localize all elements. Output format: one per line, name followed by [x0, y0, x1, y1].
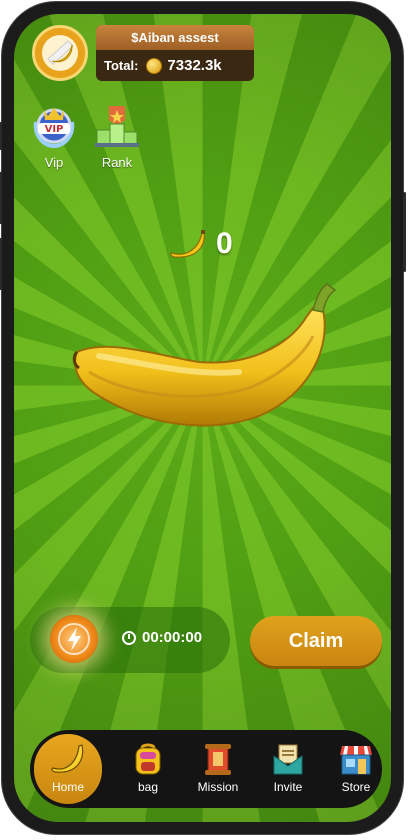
- svg-text:VIP: VIP: [45, 124, 64, 135]
- rank-label: Rank: [101, 155, 133, 170]
- boost-timer-panel: 00:00:00: [30, 607, 230, 673]
- nav-mission[interactable]: Mission: [184, 730, 252, 808]
- asset-panel: $Aiban assest Total: 7332.3k: [96, 25, 254, 81]
- banana-counter: 0: [170, 227, 233, 261]
- claim-button[interactable]: Claim: [250, 616, 382, 666]
- scroll-icon: [205, 744, 231, 775]
- side-button: [0, 238, 2, 290]
- avatar[interactable]: [32, 25, 88, 81]
- vip-button[interactable]: VIP Vip: [26, 102, 82, 170]
- timer-value: 00:00:00: [142, 629, 203, 646]
- rank-button[interactable]: Rank: [89, 102, 145, 170]
- tap-banana[interactable]: [69, 276, 341, 432]
- banana-avatar-icon: [42, 35, 78, 71]
- nav-store[interactable]: Store: [322, 730, 390, 808]
- nav-invite[interactable]: Invite: [254, 730, 322, 808]
- lightning-icon: [58, 623, 90, 655]
- banana-count: 0: [216, 227, 233, 260]
- store-icon: [340, 746, 372, 775]
- nav-bag-label: bag: [137, 780, 159, 794]
- banana-icon: [51, 744, 84, 773]
- vip-label: Vip: [44, 155, 64, 170]
- countdown-timer: 00:00:00: [122, 629, 202, 646]
- banana-icon: [170, 230, 205, 258]
- boost-icon[interactable]: [50, 615, 98, 663]
- podium-icon: [95, 106, 139, 147]
- nav-mission-label: Mission: [197, 780, 239, 794]
- backpack-icon: [135, 743, 161, 775]
- side-button: [403, 192, 406, 272]
- asset-title: $Aiban assest: [96, 25, 254, 50]
- nav-home-label: Home: [51, 780, 84, 794]
- side-button: [0, 172, 2, 224]
- clock-icon: [122, 630, 136, 645]
- total-value: 7332.3k: [167, 57, 222, 74]
- nav-bag[interactable]: bag: [114, 730, 182, 808]
- phone-frame: $Aiban assest Total: 7332.3k VIP Vip Ran…: [0, 2, 406, 834]
- asset-total-row: Total: 7332.3k: [96, 50, 254, 81]
- coin-icon: [146, 57, 163, 74]
- nav-invite-label: Invite: [273, 780, 303, 794]
- bottom-nav: Home bag Mission Invite Store: [30, 730, 382, 808]
- nav-store-label: Store: [341, 780, 371, 794]
- side-button: [0, 122, 2, 150]
- mail-icon: [273, 744, 303, 775]
- total-label: Total:: [104, 58, 139, 73]
- vip-badge-icon: VIP: [33, 108, 75, 149]
- nav-home[interactable]: Home: [34, 734, 102, 804]
- game-screen: $Aiban assest Total: 7332.3k VIP Vip Ran…: [14, 14, 391, 822]
